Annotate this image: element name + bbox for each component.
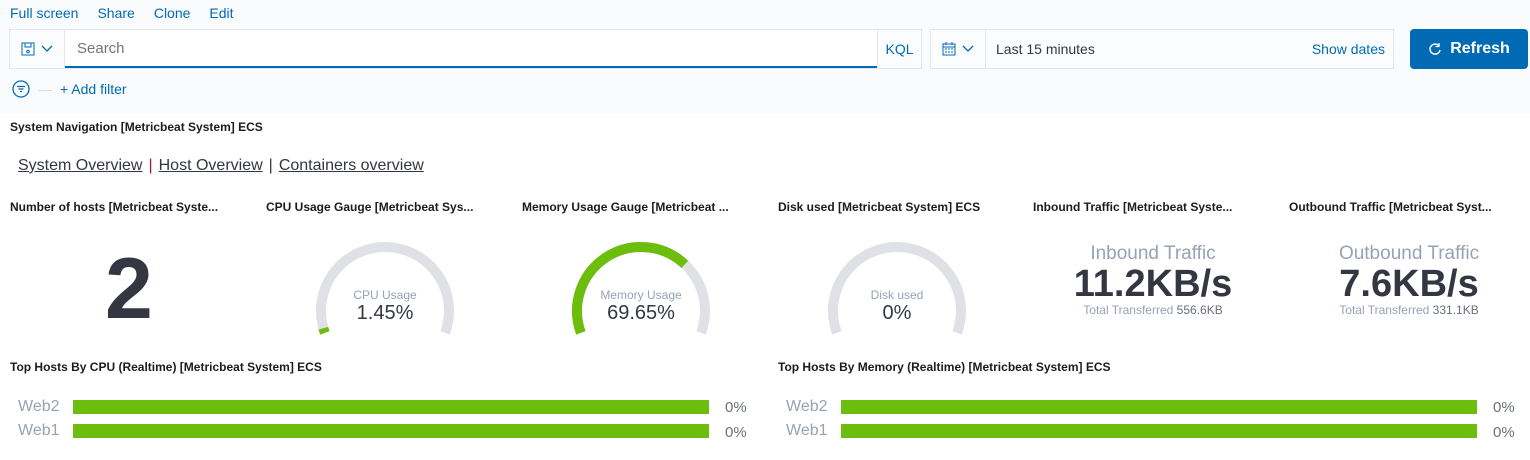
host-name: Web1 xyxy=(786,422,828,439)
top-nav: Full screen Share Clone Edit xyxy=(10,5,234,21)
separator: | xyxy=(268,157,273,174)
sub-value: 331.1KB xyxy=(1432,303,1479,317)
containers-overview-link[interactable]: Containers overview xyxy=(279,157,424,175)
full-screen-link[interactable]: Full screen xyxy=(10,5,78,21)
host-name: Web2 xyxy=(18,398,60,415)
gauge-fill xyxy=(318,326,330,335)
host-name: Web2 xyxy=(786,398,828,415)
metric-label: Outbound Traffic xyxy=(1338,243,1480,264)
host-name: Web1 xyxy=(18,422,60,439)
add-filter-button[interactable]: + Add filter xyxy=(60,81,127,97)
metric-label: Inbound Traffic xyxy=(1090,243,1216,264)
metric-sub: Total Transferred 556.6KB xyxy=(1033,303,1273,317)
gauge-value: 69.65% xyxy=(607,302,675,324)
cpu-bar-web2[interactable] xyxy=(73,400,709,414)
date-range[interactable]: Last 15 minutes xyxy=(986,41,1312,57)
kql-toggle[interactable]: KQL xyxy=(877,30,921,68)
metric-value: 7.6KB/s xyxy=(1339,263,1479,305)
gauge-label: CPU Usage xyxy=(353,288,417,302)
quick-date-menu-button[interactable] xyxy=(931,30,986,68)
outbound-metric: Outbound Traffic 7.6KB/s Total Transferr… xyxy=(1289,243,1529,317)
refresh-icon xyxy=(1429,43,1441,55)
share-link[interactable]: Share xyxy=(97,5,134,21)
metric-value: 11.2KB/s xyxy=(1073,263,1233,305)
gauge-label: Disk used xyxy=(870,288,924,302)
panel-title-top-cpu: Top Hosts By CPU (Realtime) [Metricbeat … xyxy=(10,360,322,374)
gauge-value: 1.45% xyxy=(356,302,414,324)
host-value: 0% xyxy=(1493,424,1515,441)
panel-title-outbound: Outbound Traffic [Metricbeat Syst... xyxy=(1289,200,1492,214)
calendar-icon xyxy=(942,42,956,56)
edit-link[interactable]: Edit xyxy=(209,5,233,21)
host-overview-link[interactable]: Host Overview xyxy=(159,157,263,175)
separator: | xyxy=(148,157,153,174)
gauge-value: 0% xyxy=(882,302,912,324)
panel-title-top-memory: Top Hosts By Memory (Realtime) [Metricbe… xyxy=(778,360,1111,374)
host-value: 0% xyxy=(1493,399,1515,416)
inbound-metric: Inbound Traffic 11.2KB/s Total Transferr… xyxy=(1033,243,1273,317)
disk-gauge: Disk used 0% xyxy=(817,238,977,368)
date-picker: Last 15 minutes Show dates xyxy=(930,29,1394,69)
show-dates-link[interactable]: Show dates xyxy=(1312,41,1393,57)
save-icon xyxy=(21,42,35,56)
sub-label: Total Transferred xyxy=(1083,303,1174,317)
saved-query-button[interactable] xyxy=(10,30,65,68)
gauge-label: Memory Usage xyxy=(600,288,682,302)
search-input[interactable] xyxy=(65,30,877,68)
panel-title-memory: Memory Usage Gauge [Metricbeat ... xyxy=(522,200,729,214)
panel-title-navigation: System Navigation [Metricbeat System] EC… xyxy=(10,120,263,134)
memory-bar-web1[interactable] xyxy=(841,424,1477,438)
query-bar: KQL xyxy=(9,29,922,69)
host-value: 0% xyxy=(725,424,747,441)
filter-icon[interactable] xyxy=(12,80,30,98)
chevron-down-icon xyxy=(962,45,974,52)
panel-title-cpu: CPU Usage Gauge [Metricbeat Sys... xyxy=(266,200,474,214)
panel-title-disk: Disk used [Metricbeat System] ECS xyxy=(778,200,981,214)
memory-gauge: Memory Usage 69.65% xyxy=(561,238,721,368)
system-overview-link[interactable]: System Overview xyxy=(18,157,142,175)
panel-title-hosts: Number of hosts [Metricbeat Syste... xyxy=(10,200,219,214)
cpu-gauge: CPU Usage 1.45% xyxy=(305,238,465,368)
chevron-down-icon xyxy=(41,45,53,52)
sub-label: Total Transferred xyxy=(1339,303,1430,317)
refresh-button[interactable]: Refresh xyxy=(1410,29,1528,69)
system-navigation: System Overview | Host Overview | Containe… xyxy=(18,157,424,175)
sub-value: 556.6KB xyxy=(1176,303,1223,317)
host-count: 2 xyxy=(105,241,153,337)
panel-title-inbound: Inbound Traffic [Metricbeat Syste... xyxy=(1033,200,1233,214)
divider: — xyxy=(38,81,52,97)
memory-bar-web2[interactable] xyxy=(841,400,1477,414)
host-value: 0% xyxy=(725,399,747,416)
metric-sub: Total Transferred 331.1KB xyxy=(1289,303,1529,317)
clone-link[interactable]: Clone xyxy=(154,5,191,21)
refresh-label: Refresh xyxy=(1450,40,1510,57)
filter-bar: — + Add filter xyxy=(12,80,127,98)
cpu-bar-web1[interactable] xyxy=(73,424,709,438)
